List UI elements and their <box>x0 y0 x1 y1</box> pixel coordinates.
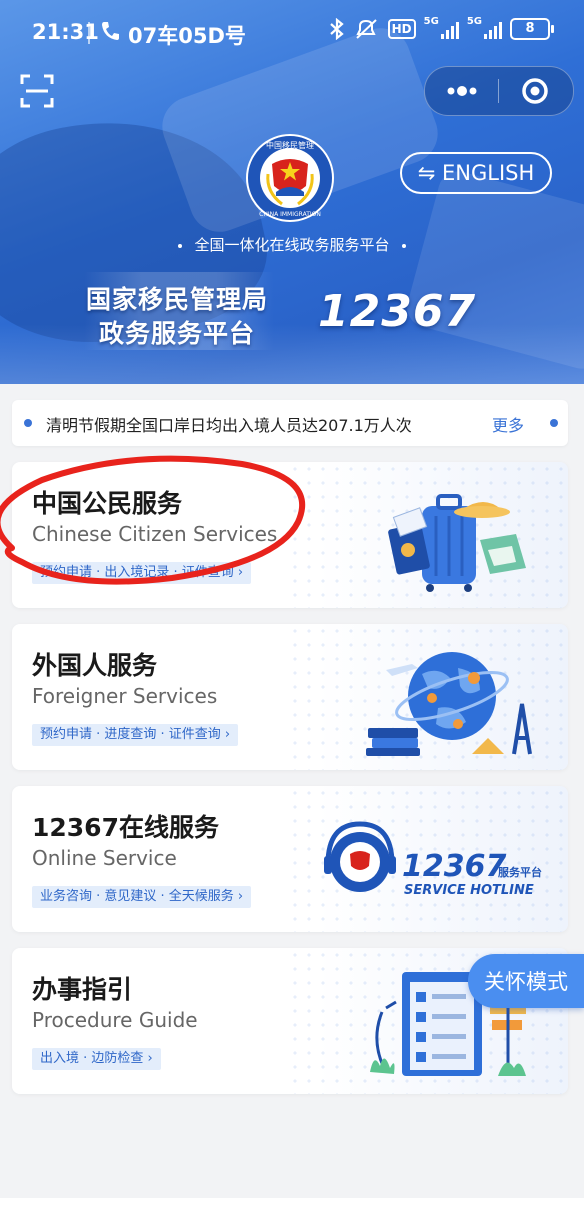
card-subtitle: Foreigner Services <box>32 684 218 708</box>
card-tags[interactable]: 预约申请 · 进度查询 · 证件查询 › <box>32 724 239 746</box>
card-title: 12367在线服务 <box>32 813 219 842</box>
bullet-dot <box>550 419 558 427</box>
close-miniprogram-icon[interactable] <box>499 67 573 115</box>
phone-call-icon <box>102 22 119 40</box>
online-service-suffix: 服务平台 <box>498 865 542 879</box>
bullet-dot <box>24 419 32 427</box>
more-options-icon[interactable] <box>425 67 498 115</box>
emblem-top-text: 中国移民管理 <box>266 140 314 150</box>
card-tags[interactable]: 出入境 · 边防检查 › <box>32 1048 161 1070</box>
battery-icon: 8 <box>510 18 554 40</box>
annotation-red-circle <box>0 455 306 585</box>
english-language-button[interactable]: ⇋ ENGLISH <box>400 152 552 194</box>
card-subtitle: Online Service <box>32 846 177 870</box>
bluetooth-icon <box>329 18 344 40</box>
globe-travel-icon <box>366 652 532 756</box>
notice-text[interactable]: 清明节假期全国口岸日均出入境人员达207.1万人次 <box>46 412 412 436</box>
care-mode-button[interactable]: 关怀模式 <box>468 954 584 1008</box>
card-title: 办事指引 <box>32 975 133 1004</box>
hotline-number: 12367 <box>318 286 477 337</box>
card-tags[interactable]: 业务咨询 · 意见建议 · 全天候服务 › <box>32 886 252 908</box>
notice-more-link[interactable]: 更多 <box>492 412 524 436</box>
scan-icon[interactable] <box>20 74 54 108</box>
status-bar: 21:31 07车05D号 HD 5G 5G 8 <box>0 0 584 64</box>
service-hotline-logo: 12367 服务平台 SERVICE HOTLINE <box>324 821 542 898</box>
immigration-emblem-logo: 中国移民管理 CHINA IMMIGRATION <box>246 134 334 222</box>
emblem-bottom-text: CHINA IMMIGRATION <box>259 211 321 218</box>
signal-icon <box>440 19 459 39</box>
card-title: 外国人服务 <box>32 651 158 680</box>
card-online-service[interactable]: 12367在线服务 Online Service 业务咨询 · 意见建议 · 全… <box>12 786 568 932</box>
status-app-text: 07车05D号 <box>128 24 246 48</box>
platform-subtitle: 全国一体化在线政务服务平台 <box>194 236 390 254</box>
page-title: 国家移民管理局 <box>86 285 269 314</box>
card-foreigner-services[interactable]: 外国人服务 Foreigner Services 预约申请 · 进度查询 · 证… <box>12 624 568 770</box>
mute-icon <box>355 19 377 39</box>
luggage-icon <box>388 494 526 592</box>
card-subtitle: Procedure Guide <box>32 1008 198 1032</box>
miniprogram-capsule <box>424 66 574 116</box>
service-hotline-caption: SERVICE HOTLINE <box>404 883 534 898</box>
hd-badge: HD <box>387 19 416 39</box>
online-service-number: 12367 <box>402 849 506 884</box>
signal-icon <box>484 19 502 39</box>
page-title-line2: 政务服务平台 <box>99 319 256 348</box>
notice-bar[interactable]: 清明节假期全国口岸日均出入境人员达207.1万人次 更多 <box>12 400 568 446</box>
